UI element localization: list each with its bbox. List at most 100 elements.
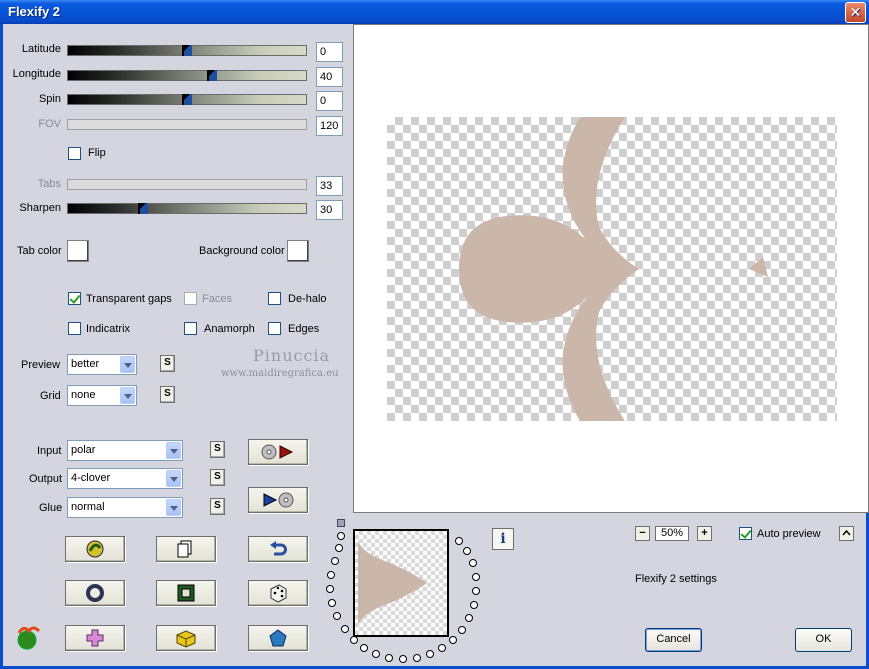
- latitude-slider-thumb[interactable]: [182, 45, 192, 56]
- ok-button[interactable]: OK: [795, 628, 852, 652]
- orbit-dot[interactable]: [337, 532, 345, 540]
- spin-slider[interactable]: [67, 94, 307, 105]
- orbit-handle[interactable]: [337, 519, 345, 527]
- input-s-button[interactable]: S: [210, 441, 225, 458]
- chevron-down-icon[interactable]: [166, 499, 181, 516]
- orbit-dot[interactable]: [438, 644, 446, 652]
- sharpen-value[interactable]: 30: [316, 200, 343, 220]
- chevron-down-icon[interactable]: [120, 356, 135, 373]
- cross-button[interactable]: [65, 625, 125, 651]
- spin-value[interactable]: 0: [316, 91, 343, 111]
- preview-s-button[interactable]: S: [160, 355, 175, 372]
- orbit-dot[interactable]: [449, 636, 457, 644]
- dice-icon: [270, 584, 287, 603]
- orbit-dot[interactable]: [469, 559, 477, 567]
- flexified-shape: [459, 117, 768, 421]
- grid-select[interactable]: none: [67, 385, 137, 406]
- thumbnail-preview[interactable]: [353, 529, 449, 637]
- sharpen-slider-thumb[interactable]: [138, 203, 148, 214]
- orbit-dot[interactable]: [333, 612, 341, 620]
- longitude-value[interactable]: 40: [316, 67, 343, 87]
- latitude-slider[interactable]: [67, 45, 307, 56]
- input-select[interactable]: polar: [67, 440, 183, 461]
- auto-preview-checkbox[interactable]: [739, 527, 752, 540]
- orbit-dot[interactable]: [326, 585, 334, 593]
- grid-s-button[interactable]: S: [160, 386, 175, 403]
- glue-s-button[interactable]: S: [210, 498, 225, 515]
- orbit-dot[interactable]: [458, 626, 466, 634]
- flexify-logo[interactable]: [15, 625, 43, 654]
- grid-label: Grid: [40, 390, 61, 402]
- orbit-dot[interactable]: [455, 537, 463, 545]
- orbit-dot[interactable]: [360, 644, 368, 652]
- output-label: Output: [29, 473, 63, 485]
- preview-quality-select[interactable]: better: [67, 354, 137, 375]
- swap-output-input-button[interactable]: [248, 487, 308, 513]
- chevron-down-icon[interactable]: [166, 442, 181, 459]
- chevron-down-icon[interactable]: [166, 470, 181, 487]
- zoom-out-button[interactable]: −: [635, 526, 650, 541]
- de-halo-checkbox[interactable]: [268, 292, 281, 305]
- spin-slider-thumb[interactable]: [182, 94, 192, 105]
- glue-value: normal: [71, 501, 105, 513]
- glue-select[interactable]: normal: [67, 497, 183, 518]
- orbit-dot[interactable]: [470, 601, 478, 609]
- output-value: 4-clover: [71, 472, 111, 484]
- transparent-gaps-checkbox[interactable]: [68, 292, 81, 305]
- orbit-dot[interactable]: [463, 547, 471, 555]
- cancel-button[interactable]: Cancel: [645, 628, 702, 652]
- orbit-dot[interactable]: [341, 625, 349, 633]
- longitude-slider-thumb[interactable]: [207, 70, 217, 81]
- collapse-button[interactable]: [839, 526, 854, 541]
- orbit-dot[interactable]: [331, 557, 339, 565]
- undo-button[interactable]: [248, 536, 308, 562]
- output-s-button[interactable]: S: [210, 469, 225, 486]
- faces-checkbox[interactable]: [184, 292, 197, 305]
- swap-input-output-button[interactable]: [248, 439, 308, 465]
- output-select[interactable]: 4-clover: [67, 468, 183, 489]
- copy-button[interactable]: [156, 536, 216, 562]
- cube-button[interactable]: [156, 625, 216, 651]
- orbit-dot[interactable]: [465, 614, 473, 622]
- edges-checkbox[interactable]: [268, 322, 281, 335]
- zoom-in-button[interactable]: +: [697, 526, 712, 541]
- grid-value: none: [71, 389, 96, 401]
- orbit-dot[interactable]: [327, 571, 335, 579]
- indicatrix-label: Indicatrix: [86, 323, 131, 335]
- window-title: Flexify 2: [8, 4, 61, 19]
- indicatrix-checkbox[interactable]: [68, 322, 81, 335]
- anamorph-checkbox[interactable]: [184, 322, 197, 335]
- preview-image: [387, 117, 837, 421]
- square-frame-button[interactable]: [156, 580, 216, 606]
- orbit-dot[interactable]: [413, 654, 421, 662]
- orbit-dot[interactable]: [472, 587, 480, 595]
- title-bar: Flexify 2 ✕: [0, 0, 869, 24]
- ring-button[interactable]: [65, 580, 125, 606]
- orbit-dot[interactable]: [350, 636, 358, 644]
- sharpen-slider[interactable]: [67, 203, 307, 214]
- info-button[interactable]: i: [492, 528, 514, 550]
- flip-checkbox[interactable]: [68, 147, 81, 160]
- orbit-dot[interactable]: [426, 650, 434, 658]
- pentagon-button[interactable]: [248, 625, 308, 651]
- latitude-value[interactable]: 0: [316, 42, 343, 62]
- longitude-label: Longitude: [12, 68, 61, 80]
- randomize-button[interactable]: [65, 536, 125, 562]
- preview-canvas[interactable]: [353, 24, 869, 513]
- chevron-down-icon[interactable]: [120, 387, 135, 404]
- orbit-dot[interactable]: [372, 650, 380, 658]
- tabs-slider: [67, 179, 307, 190]
- orbit-dot[interactable]: [335, 544, 343, 552]
- longitude-slider[interactable]: [67, 70, 307, 81]
- fov-value[interactable]: 120: [316, 116, 343, 136]
- background-color-swatch[interactable]: [287, 240, 309, 262]
- orbit-dot[interactable]: [472, 573, 480, 581]
- close-button[interactable]: ✕: [845, 2, 866, 23]
- orbit-dot[interactable]: [399, 655, 407, 663]
- tabs-value[interactable]: 33: [316, 176, 343, 196]
- tab-color-swatch[interactable]: [67, 240, 89, 262]
- orbit-dot[interactable]: [328, 599, 336, 607]
- dice-button[interactable]: [248, 580, 308, 606]
- swap-output-input-icon: [263, 492, 294, 508]
- orbit-dot[interactable]: [385, 654, 393, 662]
